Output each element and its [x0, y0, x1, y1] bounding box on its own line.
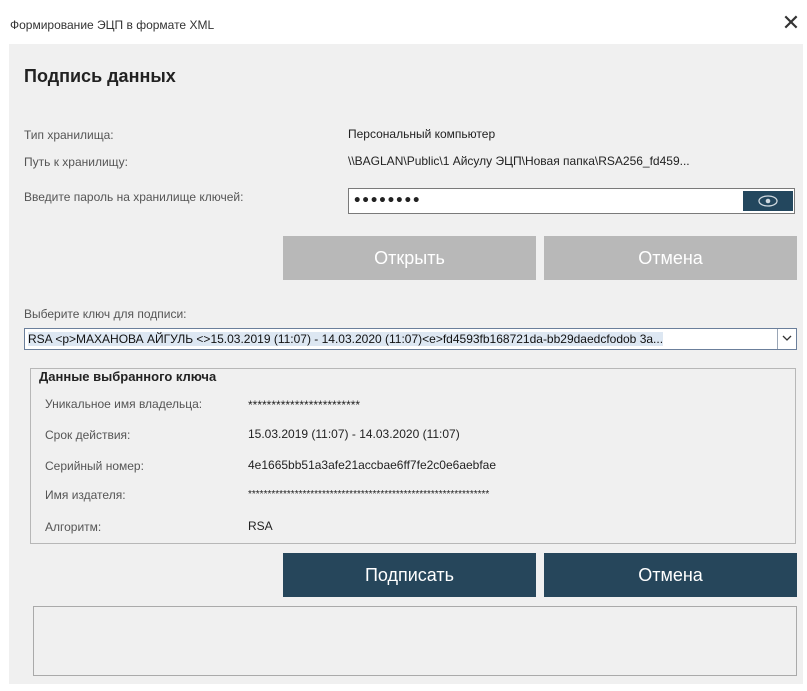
window-title: Формирование ЭЦП в формате XML [10, 18, 215, 32]
eye-icon [758, 195, 778, 207]
storage-path-label: Путь к хранилищу: [24, 155, 129, 169]
status-area [33, 606, 797, 676]
serial-number-label: Серийный номер: [45, 459, 144, 473]
issuer-name-label: Имя издателя: [45, 488, 126, 502]
sign-button[interactable]: Подписать [283, 553, 536, 597]
close-icon[interactable]: ✕ [780, 12, 802, 34]
key-details-group [30, 368, 796, 544]
key-select-label: Выберите ключ для подписи: [24, 307, 187, 321]
open-button[interactable]: Открыть [283, 236, 536, 280]
key-select[interactable]: RSA <p>МАХАНОВА АЙГУЛЬ <>15.03.2019 (11:… [24, 328, 797, 350]
owner-name-value: ************************ [248, 398, 361, 412]
page-title: Подпись данных [24, 66, 176, 86]
storage-path-value: \\BAGLAN\Public\1 Айсулу ЭЦП\Новая папка… [348, 154, 690, 168]
password-field [348, 188, 795, 214]
key-select-value: RSA <p>МАХАНОВА АЙГУЛЬ <>15.03.2019 (11:… [28, 332, 664, 346]
storage-type-label: Тип хранилища: [24, 128, 114, 142]
validity-value: 15.03.2019 (11:07) - 14.03.2020 (11:07) [248, 427, 460, 441]
cancel-button[interactable]: Отмена [544, 553, 797, 597]
validity-label: Срок действия: [45, 428, 131, 442]
algorithm-value: RSA [248, 519, 273, 533]
password-input[interactable] [353, 193, 733, 209]
owner-name-label: Уникальное имя владельца: [45, 397, 203, 411]
algorithm-label: Алгоритм: [45, 520, 102, 534]
storage-type-value: Персональный компьютер [348, 127, 496, 141]
cancel-open-button[interactable]: Отмена [544, 236, 797, 280]
key-details-title: Данные выбранного ключа [36, 369, 220, 384]
show-password-button[interactable] [743, 191, 793, 211]
password-label: Введите пароль на хранилище ключей: [24, 190, 244, 204]
title-bar: Формирование ЭЦП в формате XML ✕ [0, 0, 807, 44]
serial-number-value: 4e1665bb51a3afe21accbae6ff7fe2c0e6aebfae [248, 458, 497, 472]
chevron-down-icon[interactable] [777, 329, 796, 349]
issuer-name-value: ****************************************… [248, 489, 490, 500]
